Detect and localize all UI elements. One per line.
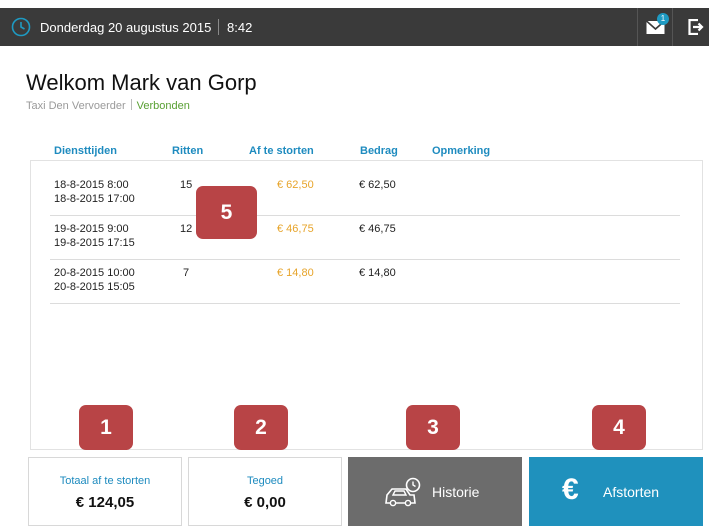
- af-te-storten-amount: € 14,80: [277, 267, 314, 279]
- annotation-marker-4: 4: [592, 405, 646, 450]
- welcome-title: Welkom Mark van Gorp: [26, 70, 257, 95]
- table-row[interactable]: 19-8-2015 9:00 19-8-2015 17:15 12 € 46,7…: [50, 216, 680, 260]
- ritten-count: 7: [183, 267, 190, 279]
- shift-end: 18-8-2015 17:00: [54, 193, 135, 205]
- current-time: 8:42: [227, 20, 253, 35]
- column-header-bedrag: Bedrag: [360, 145, 398, 157]
- afstorten-label: Afstorten: [603, 484, 660, 500]
- afstorten-button[interactable]: € Afstorten: [529, 457, 703, 526]
- shift-start: 19-8-2015 9:00: [54, 223, 129, 235]
- top-bar: Donderdag 20 augustus 2015 8:42 1: [0, 8, 709, 46]
- credit-value: € 0,00: [244, 494, 286, 511]
- euro-icon: €: [562, 473, 579, 506]
- total-to-deposit-tile: Totaal af te storten € 124,05: [28, 457, 182, 526]
- ritten-count: 12: [180, 223, 193, 235]
- connection-status: Verbonden: [136, 100, 190, 112]
- annotation-marker-2: 2: [234, 405, 288, 450]
- total-to-deposit-value: € 124,05: [75, 494, 135, 511]
- bedrag-amount: € 14,80: [359, 267, 396, 279]
- historie-button[interactable]: Historie: [348, 457, 522, 526]
- column-header-af-te-storten: Af te storten: [249, 145, 314, 157]
- af-te-storten-amount: € 62,50: [277, 179, 314, 191]
- messages-button[interactable]: 1: [637, 8, 673, 46]
- annotation-marker-5: 5: [196, 186, 257, 239]
- divider: [130, 99, 132, 110]
- current-date: Donderdag 20 augustus 2015: [40, 20, 212, 35]
- bedrag-amount: € 46,75: [359, 223, 396, 235]
- divider: [218, 19, 219, 35]
- total-to-deposit-label: Totaal af te storten: [59, 475, 151, 487]
- shift-start: 20-8-2015 10:00: [54, 267, 135, 279]
- shift-end: 20-8-2015 15:05: [54, 281, 135, 293]
- car-clock-icon: [385, 477, 421, 507]
- clock-icon: [11, 17, 31, 37]
- bedrag-amount: € 62,50: [359, 179, 396, 191]
- ritten-count: 15: [180, 179, 193, 191]
- credit-tile: Tegoed € 0,00: [188, 457, 342, 526]
- logout-button[interactable]: [680, 8, 709, 46]
- column-header-diensttijden: Diensttijden: [54, 145, 117, 157]
- company-name: Taxi Den Vervoerder: [26, 100, 126, 112]
- mail-badge: 1: [657, 13, 669, 25]
- company-line: Taxi Den Vervoerder Verbonden: [26, 99, 190, 112]
- annotation-marker-3: 3: [406, 405, 460, 450]
- credit-label: Tegoed: [246, 475, 284, 487]
- af-te-storten-amount: € 46,75: [277, 223, 314, 235]
- historie-label: Historie: [432, 484, 480, 500]
- table-row[interactable]: 18-8-2015 8:00 18-8-2015 17:00 15 € 62,5…: [50, 172, 680, 216]
- table-row[interactable]: 20-8-2015 10:00 20-8-2015 15:05 7 € 14,8…: [50, 260, 680, 304]
- shift-start: 18-8-2015 8:00: [54, 179, 129, 191]
- shift-end: 19-8-2015 17:15: [54, 237, 135, 249]
- logout-icon: [688, 19, 704, 35]
- column-header-ritten: Ritten: [172, 145, 204, 157]
- column-header-opmerking: Opmerking: [432, 145, 491, 157]
- annotation-marker-1: 1: [79, 405, 133, 450]
